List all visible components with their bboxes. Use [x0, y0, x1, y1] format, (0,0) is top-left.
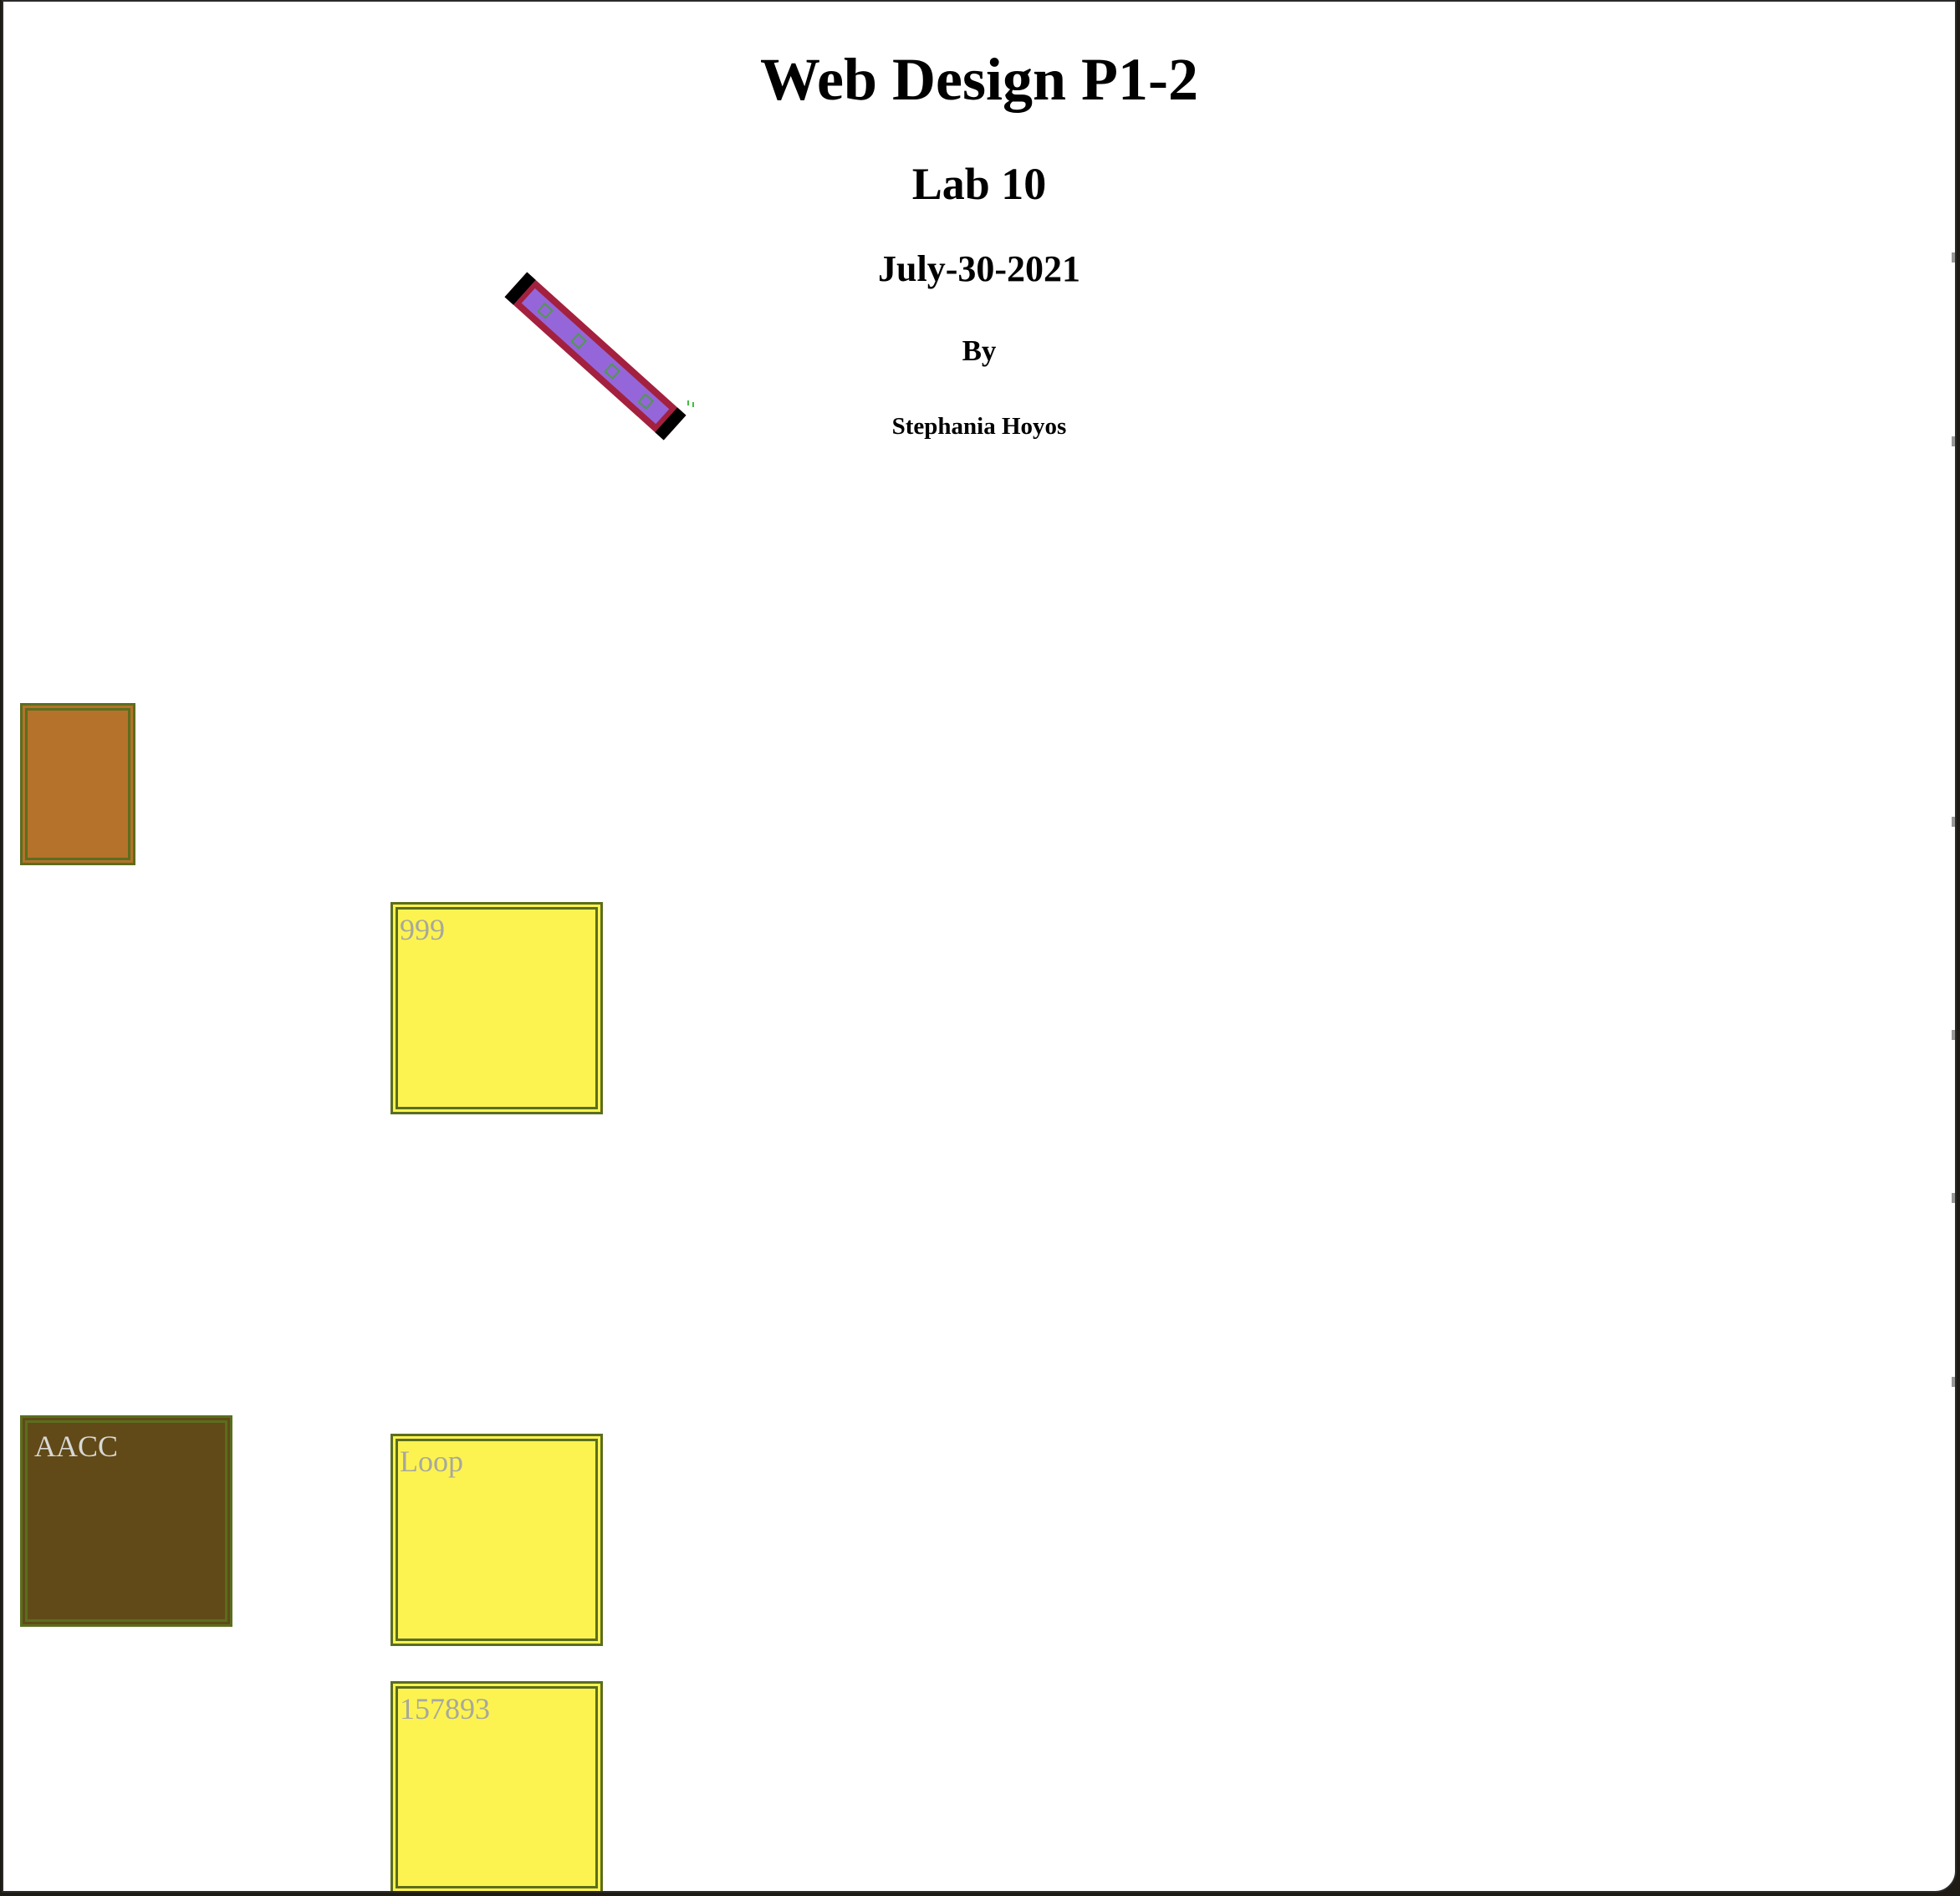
window-edge-mark [1952, 252, 1955, 262]
yellow-box-157893: 157893 [390, 1681, 603, 1891]
author-heading: Stephania Hoyos [891, 413, 1067, 440]
rotated-bar-square [637, 393, 655, 410]
by-heading: By [962, 334, 997, 367]
rotated-bar-square [536, 302, 554, 319]
window-edge-mark [1952, 817, 1955, 827]
rotated-bar-square [604, 363, 620, 380]
window-edge-mark [1952, 1377, 1955, 1387]
yellow-box-999: 999 [390, 902, 603, 1114]
window-edge-mark [1952, 1193, 1955, 1203]
lab-heading: Lab 10 [911, 159, 1047, 209]
orange-box [20, 703, 135, 865]
window-edge-mark [1952, 436, 1955, 446]
yellow-box-loop: Loop [390, 1434, 603, 1646]
browser-page: Web Design P1-2 Lab 10 July-30-2021 By S… [2, 0, 1957, 1893]
date-heading: July-30-2021 [878, 248, 1080, 289]
decorative-tick-marks [687, 399, 699, 407]
window-edge-mark [1952, 1030, 1955, 1040]
rotated-bar-square [570, 333, 587, 349]
page-title: Web Design P1-2 [759, 46, 1198, 113]
brown-box-aacc: AACC [20, 1415, 232, 1627]
